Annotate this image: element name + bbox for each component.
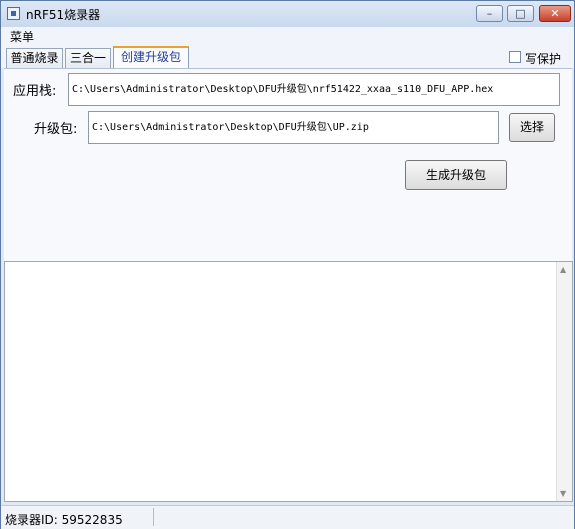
status-divider	[153, 508, 154, 526]
create-package-panel: 应用栈: C:\Users\Administrator\Desktop\DFU升…	[4, 68, 572, 262]
log-output[interactable]: ▲ ▼	[4, 261, 573, 502]
choose-button[interactable]: 选择	[509, 113, 555, 142]
app-stack-field[interactable]: C:\Users\Administrator\Desktop\DFU升级包\nr…	[68, 73, 560, 106]
tab-create-package[interactable]: 创建升级包	[113, 46, 189, 69]
menu-item-menu[interactable]: 菜单	[10, 28, 34, 45]
burner-id-status: 烧录器ID: 59522835	[5, 513, 123, 527]
log-scrollbar[interactable]: ▲ ▼	[556, 262, 572, 501]
maximize-button[interactable]: □	[507, 5, 534, 22]
tab-normal-burn[interactable]: 普通烧录	[6, 48, 63, 68]
write-protect-label: 写保护	[525, 52, 562, 66]
title-bar[interactable]: nRF51烧录器 – □ ✕	[1, 1, 574, 27]
app-stack-label: 应用栈:	[13, 84, 57, 99]
menu-bar: 菜单	[1, 27, 574, 44]
scroll-up-icon[interactable]: ▲	[560, 265, 566, 274]
close-button[interactable]: ✕	[539, 5, 571, 22]
window-title: nRF51烧录器	[26, 8, 101, 22]
tab-three-in-one[interactable]: 三合一	[65, 48, 111, 68]
scroll-down-icon[interactable]: ▼	[560, 489, 566, 498]
close-icon: ✕	[550, 7, 560, 20]
package-label: 升级包:	[34, 122, 78, 137]
app-window: nRF51烧录器 – □ ✕ 菜单 普通烧录 三合一 创建升级包 写保护 应用栈…	[0, 0, 575, 529]
app-icon	[7, 7, 20, 20]
minimize-button[interactable]: –	[476, 5, 503, 22]
write-protect-checkbox[interactable]	[509, 51, 521, 63]
maximize-icon: □	[515, 7, 526, 20]
generate-package-button[interactable]: 生成升级包	[405, 160, 507, 190]
tab-strip: 普通烧录 三合一 创建升级包 写保护	[1, 44, 574, 69]
status-bar: 烧录器ID: 59522835	[1, 505, 574, 529]
package-field[interactable]: C:\Users\Administrator\Desktop\DFU升级包\UP…	[88, 111, 499, 144]
minimize-icon: –	[486, 7, 493, 20]
